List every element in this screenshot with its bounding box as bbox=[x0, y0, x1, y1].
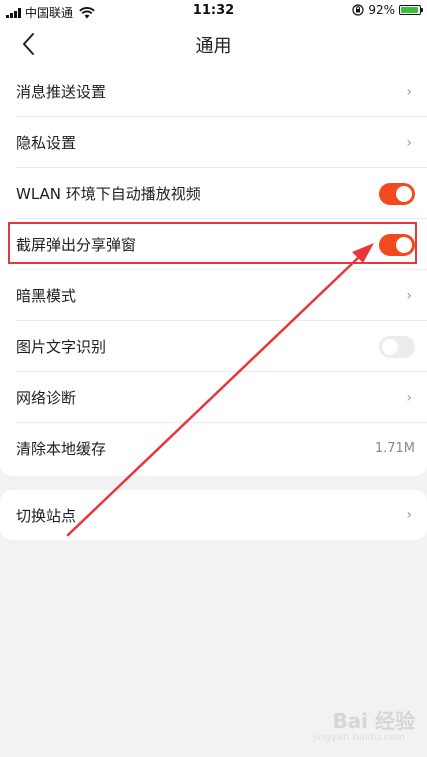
status-bar: 中国联通 11:32 92% bbox=[0, 0, 427, 22]
row-label: 网络诊断 bbox=[16, 389, 77, 407]
settings-group-general: 消息推送设置 › 隐私设置 › WLAN 环境下自动播放视频 截屏弹出分享弹窗 … bbox=[0, 66, 427, 476]
cache-size-value: 1.71M bbox=[374, 441, 415, 456]
battery-percent: 92% bbox=[368, 3, 395, 17]
row-label: 消息推送设置 bbox=[16, 83, 107, 101]
watermark-logo: Bai 经验 bbox=[332, 709, 415, 733]
row-label: WLAN 环境下自动播放视频 bbox=[16, 185, 201, 203]
battery-fill bbox=[401, 7, 418, 13]
row-screenshot-share-popup: 截屏弹出分享弹窗 bbox=[0, 219, 427, 270]
watermark-url: jingyan.baidu.com bbox=[312, 732, 405, 743]
row-privacy-settings[interactable]: 隐私设置 › bbox=[0, 117, 427, 168]
chevron-right-icon: › bbox=[406, 389, 412, 406]
row-label: 清除本地缓存 bbox=[16, 440, 107, 458]
row-clear-local-cache[interactable]: 清除本地缓存 1.71M bbox=[0, 423, 427, 474]
toggle-knob bbox=[396, 236, 412, 253]
status-right: 92% bbox=[352, 3, 423, 17]
row-switch-site[interactable]: 切换站点 › bbox=[0, 490, 427, 540]
row-label: 截屏弹出分享弹窗 bbox=[16, 236, 137, 254]
row-push-notification-settings[interactable]: 消息推送设置 › bbox=[0, 66, 427, 117]
orientation-lock-icon bbox=[352, 4, 364, 16]
battery-icon bbox=[399, 5, 423, 15]
settings-group-site: 切换站点 › bbox=[0, 490, 427, 540]
screenshot-share-toggle[interactable] bbox=[379, 233, 415, 256]
chevron-right-icon: › bbox=[406, 287, 412, 304]
row-wlan-autoplay-video: WLAN 环境下自动播放视频 bbox=[0, 168, 427, 219]
wlan-autoplay-toggle[interactable] bbox=[379, 182, 415, 205]
row-dark-mode[interactable]: 暗黑模式 › bbox=[0, 270, 427, 321]
chevron-right-icon: › bbox=[406, 83, 412, 100]
row-image-text-recognition: 图片文字识别 bbox=[0, 321, 427, 372]
toggle-knob bbox=[396, 185, 412, 202]
chevron-right-icon: › bbox=[406, 134, 412, 151]
row-network-diagnosis[interactable]: 网络诊断 › bbox=[0, 372, 427, 423]
page-title: 通用 bbox=[195, 36, 232, 57]
row-label: 暗黑模式 bbox=[16, 287, 77, 305]
image-text-recognition-toggle[interactable] bbox=[379, 335, 415, 358]
row-label: 隐私设置 bbox=[16, 134, 77, 152]
nav-bar: 通用 bbox=[0, 22, 427, 66]
row-label: 图片文字识别 bbox=[16, 338, 107, 356]
chevron-right-icon: › bbox=[406, 507, 412, 523]
toggle-knob bbox=[382, 338, 398, 355]
row-label: 切换站点 bbox=[16, 506, 77, 525]
